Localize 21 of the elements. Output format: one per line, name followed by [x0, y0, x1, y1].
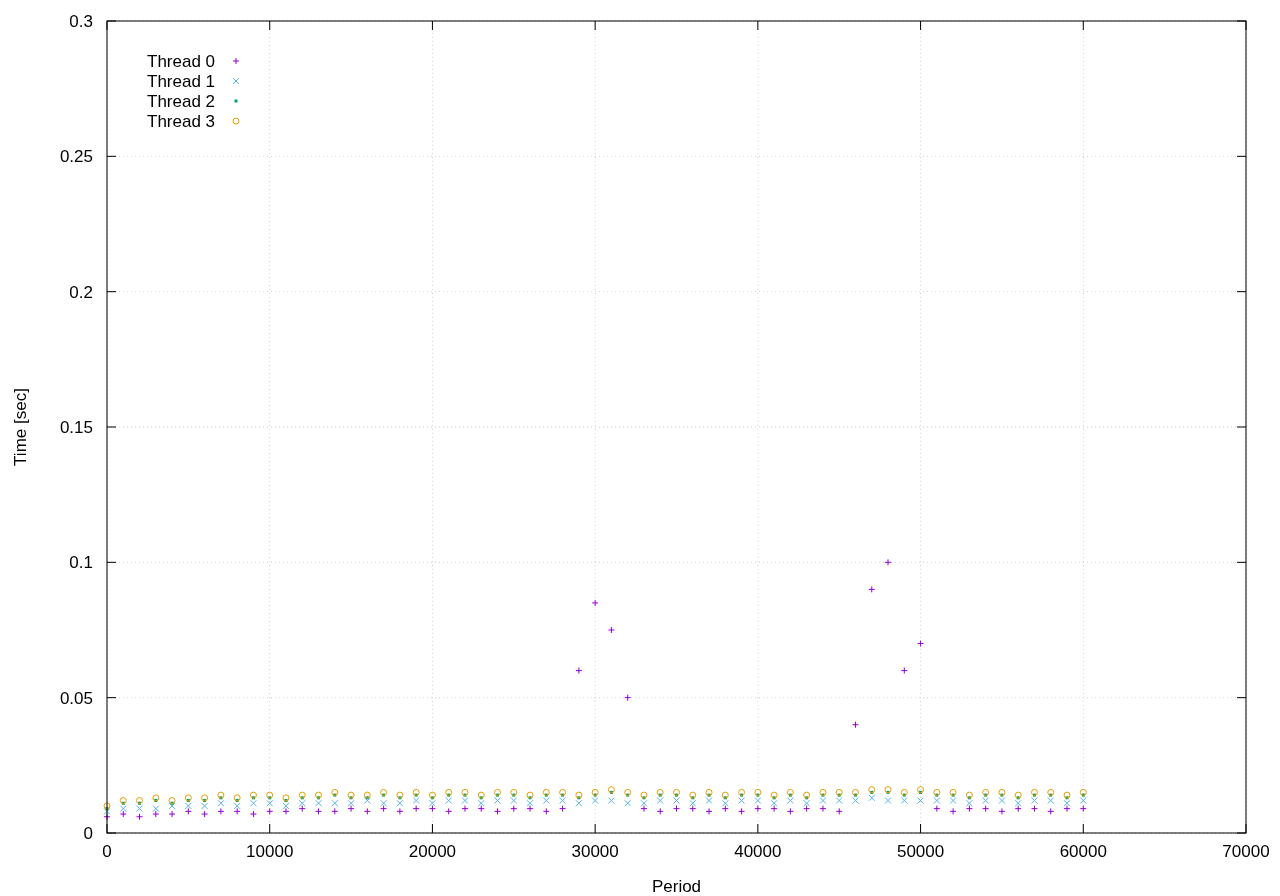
- y-tick-label: 0: [83, 824, 93, 843]
- legend-label: Thread 0: [147, 52, 216, 71]
- x-tick-label: 70000: [1222, 842, 1270, 861]
- y-axis-title: Time [sec]: [11, 388, 30, 466]
- y-tick-label: 0.3: [69, 12, 93, 31]
- x-tick-label: 0: [102, 842, 112, 861]
- x-tick-label: 30000: [571, 842, 619, 861]
- x-tick-label: 50000: [896, 842, 945, 861]
- legend-label: Thread 3: [147, 112, 216, 131]
- x-axis-title: Period: [651, 877, 702, 896]
- legend-label: Thread 2: [147, 92, 216, 111]
- x-tick-label: 20000: [408, 842, 457, 861]
- x-tick-label: 60000: [1059, 842, 1107, 861]
- x-tick-label: 10000: [246, 842, 294, 861]
- y-tick-label: 0.1: [69, 553, 93, 573]
- x-tick-label: 40000: [734, 842, 782, 861]
- legend-label: Thread 1: [147, 72, 216, 91]
- y-tick-label: 0.2: [69, 282, 93, 302]
- y-tick-label: 0.05: [59, 688, 93, 708]
- y-tick-label: 0.25: [59, 147, 93, 167]
- y-tick-label: 0.15: [59, 418, 93, 437]
